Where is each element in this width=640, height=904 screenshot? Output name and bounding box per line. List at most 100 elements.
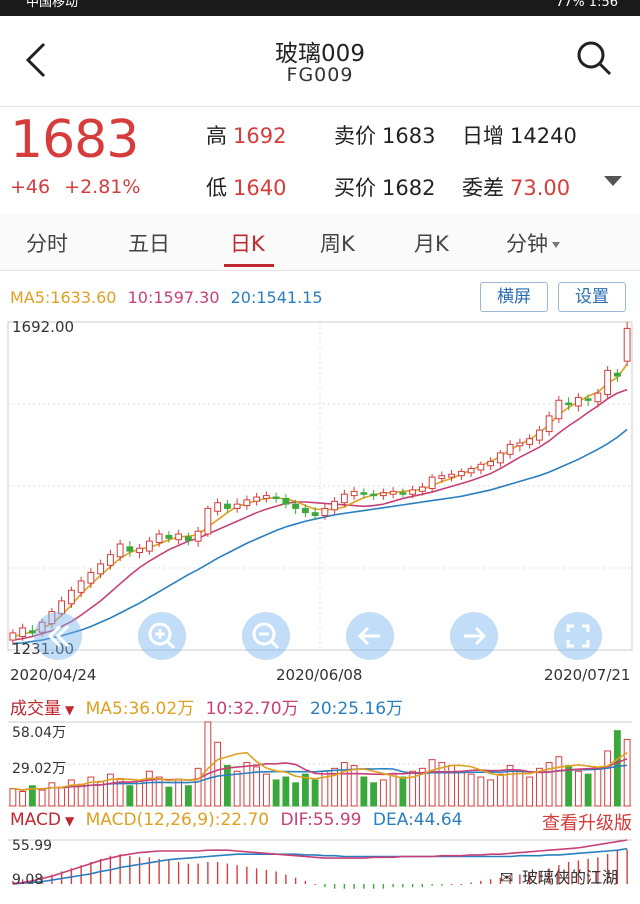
volume-bar [574,770,582,807]
page-title: 玻璃009 [275,41,365,67]
order-diff-field: 委差 73.00 [462,172,570,202]
candlestick-chart[interactable] [0,314,640,664]
candle-body [223,503,231,509]
volume-bar [379,779,387,807]
tab-intraday[interactable]: 分时 [26,228,68,258]
candle-body [409,489,417,495]
volume-bar [58,786,66,807]
macd-label[interactable]: MACD [10,810,61,830]
candle-body [311,512,319,517]
candle-body [340,493,348,504]
ask-label: 卖价 [334,124,376,148]
watermark-text: 玻璃侠的江湖 [522,868,619,887]
candle-body [97,563,105,575]
last-price: 1683 [10,110,139,170]
ask-field: 卖价 1683 [334,120,435,150]
candle-body [526,438,534,445]
volume-bar [604,750,612,807]
low-value: 1640 [233,176,287,200]
candle-body [145,540,153,552]
volume-bar [399,776,407,807]
zoom-in-button[interactable] [138,612,186,660]
volume-dropdown-icon[interactable]: ▼ [65,703,74,717]
tab-five-day[interactable]: 五日 [128,228,170,258]
volume-bar [126,785,134,807]
ma-legend: MA5:1633.60 10:1597.30 20:1541.15 [10,288,323,307]
candle-body [370,493,378,497]
candle-body [116,543,124,558]
tab-weekly-k[interactable]: 周K [320,228,355,258]
date-end: 2020/07/21 [544,666,631,684]
candle-body [194,530,202,542]
candle-body [477,463,485,471]
macd-legend: MACD ▼ MACD(12,26,9):22.70 DIF:55.99 DEA:… [10,810,462,830]
tab-minute-label: 分钟 [506,232,548,256]
candle-body [467,468,475,474]
scroll-left-fast-button[interactable] [34,612,82,660]
settings-button[interactable]: 设置 [558,282,626,312]
candle-body [126,546,134,552]
landscape-button[interactable]: 横屏 [480,282,548,312]
macd-params: MACD(12,26,9):22.70 [85,810,270,830]
ma20-line [12,428,628,645]
upgrade-link[interactable]: 查看升级版 [542,809,632,835]
candle-body [331,500,339,511]
volume-bar [204,721,212,807]
volume-bar [350,764,358,807]
volume-label[interactable]: 成交量 [10,699,61,719]
volume-bar [194,767,202,807]
volume-bar [282,776,290,807]
tab-monthly-k[interactable]: 月K [414,228,449,258]
search-button[interactable] [574,38,614,78]
scroll-left-button[interactable] [346,612,394,660]
tab-minute[interactable]: 分钟 [506,228,560,258]
volume-bar [136,780,144,807]
zoom-out-button[interactable] [242,612,290,660]
vol-axis-mid: 29.02万 [12,761,67,777]
candle-body [282,497,290,505]
candle-body [253,496,261,502]
volume-bar [184,785,192,807]
volume-chart[interactable] [0,718,640,810]
volume-bar [155,776,163,807]
volume-bar [535,767,543,807]
arrow-right-icon [464,626,487,646]
volume-bar [272,779,280,807]
macd-axis-mid: 9.08 [12,872,44,888]
volume-bar [467,773,475,807]
vol-ma10-line [12,758,628,791]
candle-body [389,490,397,495]
volume-bar [243,762,251,807]
candle-body [379,492,387,497]
candle-body [604,369,612,396]
scroll-right-button[interactable] [450,612,498,660]
double-chevron-left-icon [47,624,70,648]
volume-bar [9,788,17,807]
order-diff-value: 73.00 [510,176,571,200]
macd-dea: DEA:44.64 [372,810,463,830]
ma5-line [12,363,628,638]
watermark: ✉ 玻璃侠的江湖 [500,864,618,888]
candle-body [292,503,300,509]
quote-panel: 1683 +46 +2.81% 高 1692 低 1640 卖价 1683 买价 168… [0,106,640,214]
high-value: 1692 [233,124,287,148]
daily-inc-field: 日增 14240 [462,120,577,150]
ma5-value: MA5:1633.60 [10,288,117,307]
ma20-value: 20:1541.15 [230,288,323,307]
bid-value: 1682 [382,176,436,200]
volume-bar [214,741,222,807]
volume-bar [584,773,592,807]
high-label: 高 [206,124,227,148]
tab-daily-k[interactable]: 日K [230,228,265,258]
volume-bar [555,756,563,807]
fullscreen-button[interactable] [554,612,602,660]
status-right: 77% 1:56 [555,0,618,10]
candle-body [360,492,368,495]
candle-body [438,475,446,480]
macd-dropdown-icon[interactable]: ▼ [65,814,74,828]
expand-quote-icon[interactable] [604,176,622,186]
candle-body [428,476,436,489]
candle-body [165,534,173,539]
candle-body [399,492,407,495]
y-axis-top: 1692.00 [12,318,75,336]
